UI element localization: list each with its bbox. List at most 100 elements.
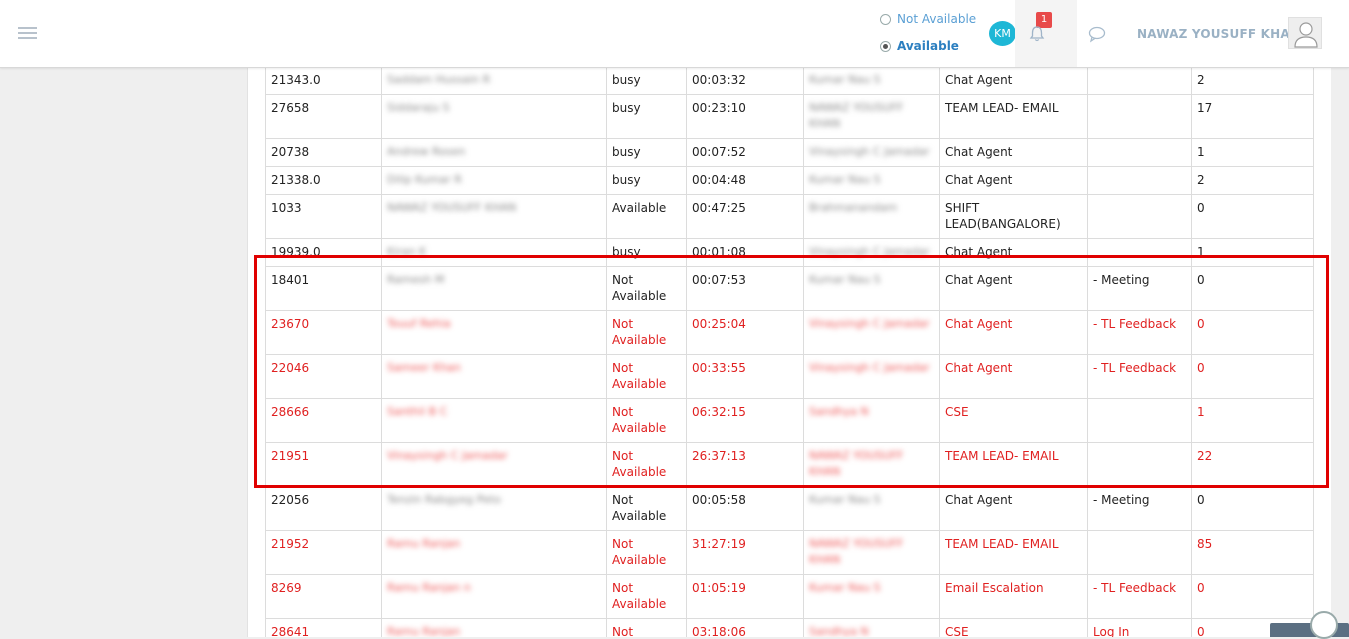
table-row: 22056 Tenzin Rabgyeg Peto Not Available 00:… <box>265 486 1314 531</box>
cell-tl: Kumar Nau S <box>803 574 940 619</box>
cell-role: Chat Agent <box>939 166 1088 195</box>
cell-role: TEAM LEAD- EMAIL <box>939 530 1088 575</box>
cell-role: Chat Agent <box>939 354 1088 399</box>
cell-id: 28666 <box>265 398 382 443</box>
cell-tl: Vinaysingh C Jamadar <box>803 354 940 399</box>
cell-name: Ramu Ranjan <box>381 618 607 637</box>
cell-id: 21952 <box>265 530 382 575</box>
cell-reason: - Meeting <box>1087 266 1192 311</box>
cell-status: Not Available <box>606 442 687 487</box>
cell-time: 03:18:06 <box>686 618 804 637</box>
top-navbar: Not Available Available KM 1 NAWAZ YOUSU… <box>0 0 1349 68</box>
status-available-label: Available <box>897 39 959 53</box>
cell-id: 21338.0 <box>265 166 382 195</box>
cell-name: Sameer Khan <box>381 354 607 399</box>
menu-icon[interactable] <box>18 27 37 40</box>
cell-id: 22056 <box>265 486 382 531</box>
cell-count: 17 <box>1191 94 1314 139</box>
cell-tl: Brahmanandam <box>803 194 940 239</box>
cell-tl: Kumar Nau S <box>803 486 940 531</box>
cell-status: busy <box>606 94 687 139</box>
cell-reason: - TL Feedback <box>1087 310 1192 355</box>
cell-tl: NAWAZ YOUSUFF KHAN <box>803 94 940 139</box>
cell-name: Santhil B C <box>381 398 607 443</box>
cell-role: Chat Agent <box>939 486 1088 531</box>
user-avatar-icon <box>1294 22 1318 48</box>
cell-name: Vinaysingh C Jamadar <box>381 442 607 487</box>
cell-status: busy <box>606 138 687 167</box>
table-row: 28666 Santhil B C Not Available 06:32:15 San… <box>265 398 1314 443</box>
cell-time: 26:37:13 <box>686 442 804 487</box>
cell-role: Chat Agent <box>939 310 1088 355</box>
cell-role: SHIFT LEAD(BANGALORE) <box>939 194 1088 239</box>
cell-time: 00:07:52 <box>686 138 804 167</box>
cell-count: 1 <box>1191 238 1314 267</box>
cell-status: busy <box>606 68 687 95</box>
cell-reason: - TL Feedback <box>1087 574 1192 619</box>
table-row: 21338.0 Dilip Kumar Rbusy 00:04:48 Kumar Na… <box>265 166 1314 195</box>
cell-id: 22046 <box>265 354 382 399</box>
chat-icon[interactable] <box>1088 25 1108 46</box>
cell-count: 0 <box>1191 354 1314 399</box>
cell-time: 00:05:58 <box>686 486 804 531</box>
cell-reason <box>1087 530 1192 575</box>
radio-checked-icon[interactable] <box>880 40 891 52</box>
cell-id: 28641 <box>265 618 382 637</box>
cell-id: 27658 <box>265 94 382 139</box>
user-name[interactable]: NAWAZ YOUSUFF KHAN <box>1137 27 1300 41</box>
cell-status: Not <box>606 618 687 637</box>
table-row: 21343.0 Saddam Hussain Rbusy 00:03:32 Kumar… <box>265 68 1314 95</box>
scroll-to-top-button[interactable] <box>1310 611 1338 639</box>
cell-status: Not Available <box>606 530 687 575</box>
cell-role: Chat Agent <box>939 238 1088 267</box>
table-row: 21952 Ramu Ranjan Not Available 31:27:19 NAW… <box>265 530 1314 575</box>
cell-time: 00:33:55 <box>686 354 804 399</box>
cell-tl: NAWAZ YOUSUFF KHAN <box>803 530 940 575</box>
cell-count: 0 <box>1191 310 1314 355</box>
cell-id: 1033 <box>265 194 382 239</box>
table-row: 8269 Ramu Ranjan n Not Available 01:05:19 Ku… <box>265 574 1314 619</box>
agent-status-table: 21343.0 Saddam Hussain Rbusy 00:03:32 Kumar… <box>265 68 1314 637</box>
cell-role: TEAM LEAD- EMAIL <box>939 94 1088 139</box>
table-row: 1033 NAWAZ YOUSUFF KHAN Available 00:47:25 B… <box>265 194 1314 239</box>
agent-status-panel: 21343.0 Saddam Hussain Rbusy 00:03:32 Kumar… <box>247 68 1331 637</box>
cell-time: 00:07:53 <box>686 266 804 311</box>
cell-count: 0 <box>1191 486 1314 531</box>
cell-time: 00:01:08 <box>686 238 804 267</box>
cell-name: Kiran K <box>381 238 607 267</box>
cell-id: 21343.0 <box>265 68 382 95</box>
status-not-available-option[interactable]: Not Available <box>880 12 976 26</box>
table-row: 23670 Touuf Rehia Not Available 00:25:04 Vin… <box>265 310 1314 355</box>
cell-name: Ramesh M <box>381 266 607 311</box>
cell-count: 2 <box>1191 166 1314 195</box>
cell-count: 22 <box>1191 442 1314 487</box>
km-avatar-badge[interactable]: KM <box>989 21 1016 46</box>
cell-time: 00:23:10 <box>686 94 804 139</box>
cell-name: Siddaraju S <box>381 94 607 139</box>
cell-count: 0 <box>1191 266 1314 311</box>
user-avatar[interactable] <box>1288 17 1322 49</box>
cell-status: busy <box>606 238 687 267</box>
cell-status: Not Available <box>606 266 687 311</box>
cell-role: CSE <box>939 398 1088 443</box>
cell-id: 23670 <box>265 310 382 355</box>
cell-tl: Kumar Nau S <box>803 68 940 95</box>
status-available-option[interactable]: Available <box>880 39 959 53</box>
cell-id: 21951 <box>265 442 382 487</box>
cell-id: 18401 <box>265 266 382 311</box>
cell-status: Not Available <box>606 398 687 443</box>
cell-reason <box>1087 68 1192 95</box>
table-row: 21951 Vinaysingh C Jamadar Not Available 26… <box>265 442 1314 487</box>
cell-tl: Kumar Nau S <box>803 166 940 195</box>
table-row: 20738 Andrew Rosen busy 00:07:52 Vinaysingh … <box>265 138 1314 167</box>
cell-status: Not Available <box>606 310 687 355</box>
radio-unchecked-icon[interactable] <box>880 13 891 25</box>
cell-status: Not Available <box>606 486 687 531</box>
cell-name: Saddam Hussain R <box>381 68 607 95</box>
notifications-button[interactable]: 1 <box>1015 0 1077 67</box>
cell-status: busy <box>606 166 687 195</box>
cell-reason <box>1087 238 1192 267</box>
cell-count: 2 <box>1191 68 1314 95</box>
cell-role: CSE <box>939 618 1088 637</box>
cell-count: 0 <box>1191 574 1314 619</box>
